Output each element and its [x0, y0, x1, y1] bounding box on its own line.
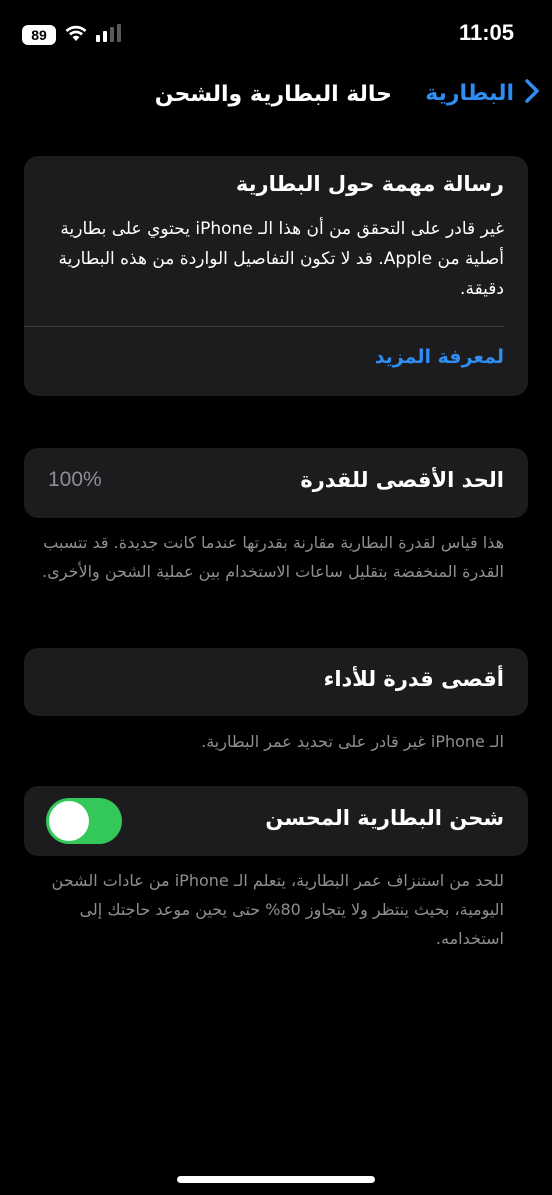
peak-performance-label: أقصى قدرة للأداء: [323, 667, 504, 691]
important-message-title: رسالة مهمة حول البطارية: [235, 172, 504, 196]
screen: 89 11:05 البطارية حالة البطارية والشحن ر…: [0, 0, 552, 1195]
cellular-signal-icon: [96, 24, 122, 46]
optimized-charging-toggle[interactable]: [46, 798, 122, 844]
back-button[interactable]: البطارية: [425, 78, 540, 108]
divider: [24, 326, 504, 327]
peak-performance-footnote: الـ iPhone غير قادر على تحديد عمر البطار…: [201, 732, 504, 751]
maximum-capacity-footnote: هذا قياس لقدرة البطارية مقارنة بقدرتها ع…: [42, 533, 504, 581]
chevron-right-icon: [524, 78, 540, 108]
home-indicator[interactable]: [177, 1176, 375, 1183]
navigation-bar: البطارية حالة البطارية والشحن: [0, 78, 552, 118]
optimized-charging-footnote: للحد من استنزاف عمر البطارية، يتعلم الـ …: [51, 871, 504, 948]
maximum-capacity-value: 100%: [48, 468, 102, 491]
status-bar: 89 11:05: [0, 0, 552, 68]
status-time: 11:05: [458, 20, 514, 45]
page-title: حالة البطارية والشحن: [154, 82, 392, 107]
peak-performance-row: أقصى قدرة للأداء: [24, 648, 528, 716]
back-button-label: البطارية: [425, 80, 514, 106]
maximum-capacity-row: الحد الأقصى للقدرة 100%: [24, 448, 528, 518]
maximum-capacity-label: الحد الأقصى للقدرة: [300, 468, 504, 492]
wifi-icon: [64, 24, 88, 46]
important-message-card: رسالة مهمة حول البطارية غير قادر على الت…: [24, 156, 528, 396]
optimized-charging-row: شحن البطارية المحسن: [24, 786, 528, 856]
status-indicators: 89: [22, 24, 122, 46]
learn-more-link[interactable]: لمعرفة المزيد: [375, 346, 504, 368]
important-message-body: غير قادر على التحقق من أن هذا الـ iPhone…: [58, 219, 504, 299]
toggle-knob: [49, 801, 89, 841]
optimized-charging-label: شحن البطارية المحسن: [265, 806, 504, 830]
battery-level-badge: 89: [22, 25, 56, 45]
